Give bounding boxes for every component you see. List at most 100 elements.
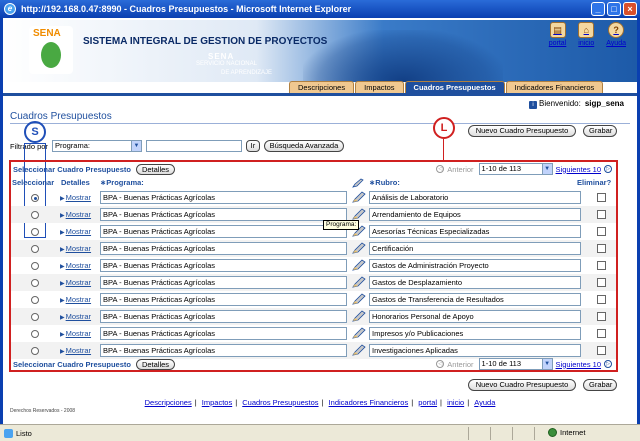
- minimize-button[interactable]: _: [591, 2, 605, 16]
- save-button-top[interactable]: Grabar: [583, 125, 617, 137]
- delete-checkbox[interactable]: [597, 278, 606, 287]
- next-arrow-icon[interactable]: ▷: [604, 360, 612, 368]
- close-button[interactable]: ×: [623, 2, 637, 16]
- row-select-radio[interactable]: [31, 194, 39, 202]
- delete-checkbox[interactable]: [597, 295, 606, 304]
- maximize-button[interactable]: □: [607, 2, 621, 16]
- next-link[interactable]: Siguientes 10: [556, 165, 601, 174]
- filter-value-input[interactable]: [145, 140, 242, 152]
- footer-link-impactos[interactable]: Impactos: [202, 398, 232, 407]
- footer-link-portal[interactable]: portal: [418, 398, 437, 407]
- programa-field[interactable]: BPA - Buenas Prácticas Agrícolas: [100, 191, 347, 204]
- previous-link[interactable]: Anterior: [447, 165, 473, 174]
- save-button-bottom[interactable]: Grabar: [583, 379, 617, 391]
- edit-pencil-icon[interactable]: [352, 293, 366, 305]
- page-range-select[interactable]: 1-10 de 113 ▼: [478, 358, 553, 370]
- programa-field[interactable]: BPA - Buenas Prácticas Agrícolas: [100, 327, 347, 340]
- advanced-search-button[interactable]: Búsqueda Avanzada: [263, 140, 344, 152]
- details-button-top[interactable]: Detalles: [135, 163, 176, 175]
- footer-link-ayuda[interactable]: Ayuda: [474, 398, 495, 407]
- tab-cuadros-presupuestos[interactable]: Cuadros Presupuestos: [404, 81, 505, 93]
- programa-field[interactable]: BPA - Buenas Prácticas Agrícolas: [100, 344, 347, 357]
- new-budget-button-bottom[interactable]: Nuevo Cuadro Presupuesto: [468, 379, 576, 391]
- rubro-field[interactable]: Certificación: [369, 242, 581, 255]
- rubro-field[interactable]: Investigaciones Aplicadas: [369, 344, 581, 357]
- rubro-field[interactable]: Análisis de Laboratorio: [369, 191, 581, 204]
- programa-field[interactable]: BPA - Buenas Prácticas Agrícolas: [100, 208, 347, 221]
- show-details-link[interactable]: Mostrar: [60, 312, 91, 321]
- rubro-field[interactable]: Impresos y/o Publicaciones: [369, 327, 581, 340]
- show-details-link[interactable]: Mostrar: [60, 261, 91, 270]
- row-select-radio[interactable]: [31, 245, 39, 253]
- programa-field[interactable]: BPA - Buenas Prácticas Agrícolas: [100, 259, 347, 272]
- previous-link[interactable]: Anterior: [447, 360, 473, 369]
- select-budget-label: Seleccionar Cuadro Presupuesto: [13, 359, 131, 369]
- row-select-radio[interactable]: [31, 347, 39, 355]
- filter-field-select[interactable]: Programa: ▼: [51, 140, 142, 152]
- rubro-field[interactable]: Honorarios Personal de Apoyo: [369, 310, 581, 323]
- show-details-link[interactable]: Mostrar: [60, 227, 91, 236]
- row-select-radio[interactable]: [31, 330, 39, 338]
- footer-link-descripciones[interactable]: Descripciones: [145, 398, 192, 407]
- tab-impactos[interactable]: Impactos: [355, 81, 404, 93]
- show-details-link[interactable]: Mostrar: [60, 346, 91, 355]
- row-select-radio[interactable]: [31, 262, 39, 270]
- column-header-delete: Eliminar?: [577, 178, 612, 187]
- rubro-field[interactable]: Asesorías Técnicas Especializadas: [369, 225, 581, 238]
- row-select-radio[interactable]: [31, 211, 39, 219]
- tab-descripciones[interactable]: Descripciones: [289, 81, 355, 93]
- rubro-field[interactable]: Gastos de Administración Proyecto: [369, 259, 581, 272]
- programa-field[interactable]: BPA - Buenas Prácticas Agrícolas: [100, 276, 347, 289]
- delete-checkbox[interactable]: [597, 227, 606, 236]
- next-arrow-icon[interactable]: ▷: [604, 165, 612, 173]
- row-select-radio[interactable]: [31, 228, 39, 236]
- details-button-bottom[interactable]: Detalles: [135, 358, 176, 370]
- programa-field[interactable]: BPA - Buenas Prácticas Agrícolas: [100, 310, 347, 323]
- show-details-link[interactable]: Mostrar: [60, 210, 91, 219]
- show-details-link[interactable]: Mostrar: [60, 329, 91, 338]
- delete-checkbox[interactable]: [597, 329, 606, 338]
- edit-pencil-icon[interactable]: [352, 310, 366, 322]
- previous-arrow-icon[interactable]: ◁: [436, 360, 445, 368]
- delete-checkbox[interactable]: [597, 210, 606, 219]
- footer-link-inicio[interactable]: inicio: [447, 398, 464, 407]
- top-link-inicio[interactable]: ⌂ inicio: [578, 22, 595, 47]
- top-link-ayuda[interactable]: ? Ayuda: [606, 22, 626, 47]
- row-select-radio[interactable]: [31, 296, 39, 304]
- page-range-select[interactable]: 1-10 de 113 ▼: [478, 163, 553, 175]
- delete-checkbox[interactable]: [597, 244, 606, 253]
- previous-arrow-icon[interactable]: ◁: [436, 165, 445, 173]
- edit-pencil-icon[interactable]: [352, 259, 366, 271]
- edit-pencil-icon[interactable]: [352, 344, 366, 356]
- edit-pencil-icon[interactable]: [352, 242, 366, 254]
- show-details-link[interactable]: Mostrar: [60, 244, 91, 253]
- delete-checkbox[interactable]: [597, 312, 606, 321]
- delete-checkbox[interactable]: [597, 261, 606, 270]
- top-link-portal[interactable]: ▤ portal: [549, 22, 566, 47]
- delete-checkbox[interactable]: [597, 193, 606, 202]
- edit-pencil-icon[interactable]: [352, 191, 366, 203]
- programa-field[interactable]: BPA - Buenas Prácticas Agrícolas: [100, 242, 347, 255]
- delete-checkbox[interactable]: [597, 346, 606, 355]
- footer-link-indicadores[interactable]: Indicadores Financieros: [329, 398, 409, 407]
- show-details-link[interactable]: Mostrar: [60, 295, 91, 304]
- next-link[interactable]: Siguientes 10: [556, 360, 601, 369]
- edit-pencil-icon[interactable]: [352, 276, 366, 288]
- footer-link-cuadros[interactable]: Cuadros Presupuestos: [242, 398, 318, 407]
- show-details-link[interactable]: Mostrar: [60, 278, 91, 287]
- edit-pencil-icon[interactable]: [352, 327, 366, 339]
- edit-pencil-icon[interactable]: [352, 208, 366, 220]
- row-select-radio[interactable]: [31, 313, 39, 321]
- rubro-field[interactable]: Gastos de Transferencia de Resultados: [369, 293, 581, 306]
- go-button[interactable]: Ir: [245, 140, 260, 152]
- new-budget-button-top[interactable]: Nuevo Cuadro Presupuesto: [468, 125, 576, 137]
- row-select-radio[interactable]: [31, 279, 39, 287]
- rubro-field[interactable]: Gastos de Desplazamiento: [369, 276, 581, 289]
- tab-indicadores-financieros[interactable]: Indicadores Financieros: [505, 81, 604, 93]
- programa-field[interactable]: BPA - Buenas Prácticas Agrícolas: [100, 293, 347, 306]
- table-row: Mostrar BPA - Buenas Prácticas Agrícolas G…: [11, 274, 616, 291]
- rubro-field[interactable]: Arrendamiento de Equipos: [369, 208, 581, 221]
- programa-field[interactable]: BPA - Buenas Prácticas Agrícolas: [100, 225, 347, 238]
- show-details-link[interactable]: Mostrar: [60, 193, 91, 202]
- footer-separator: |: [321, 398, 324, 407]
